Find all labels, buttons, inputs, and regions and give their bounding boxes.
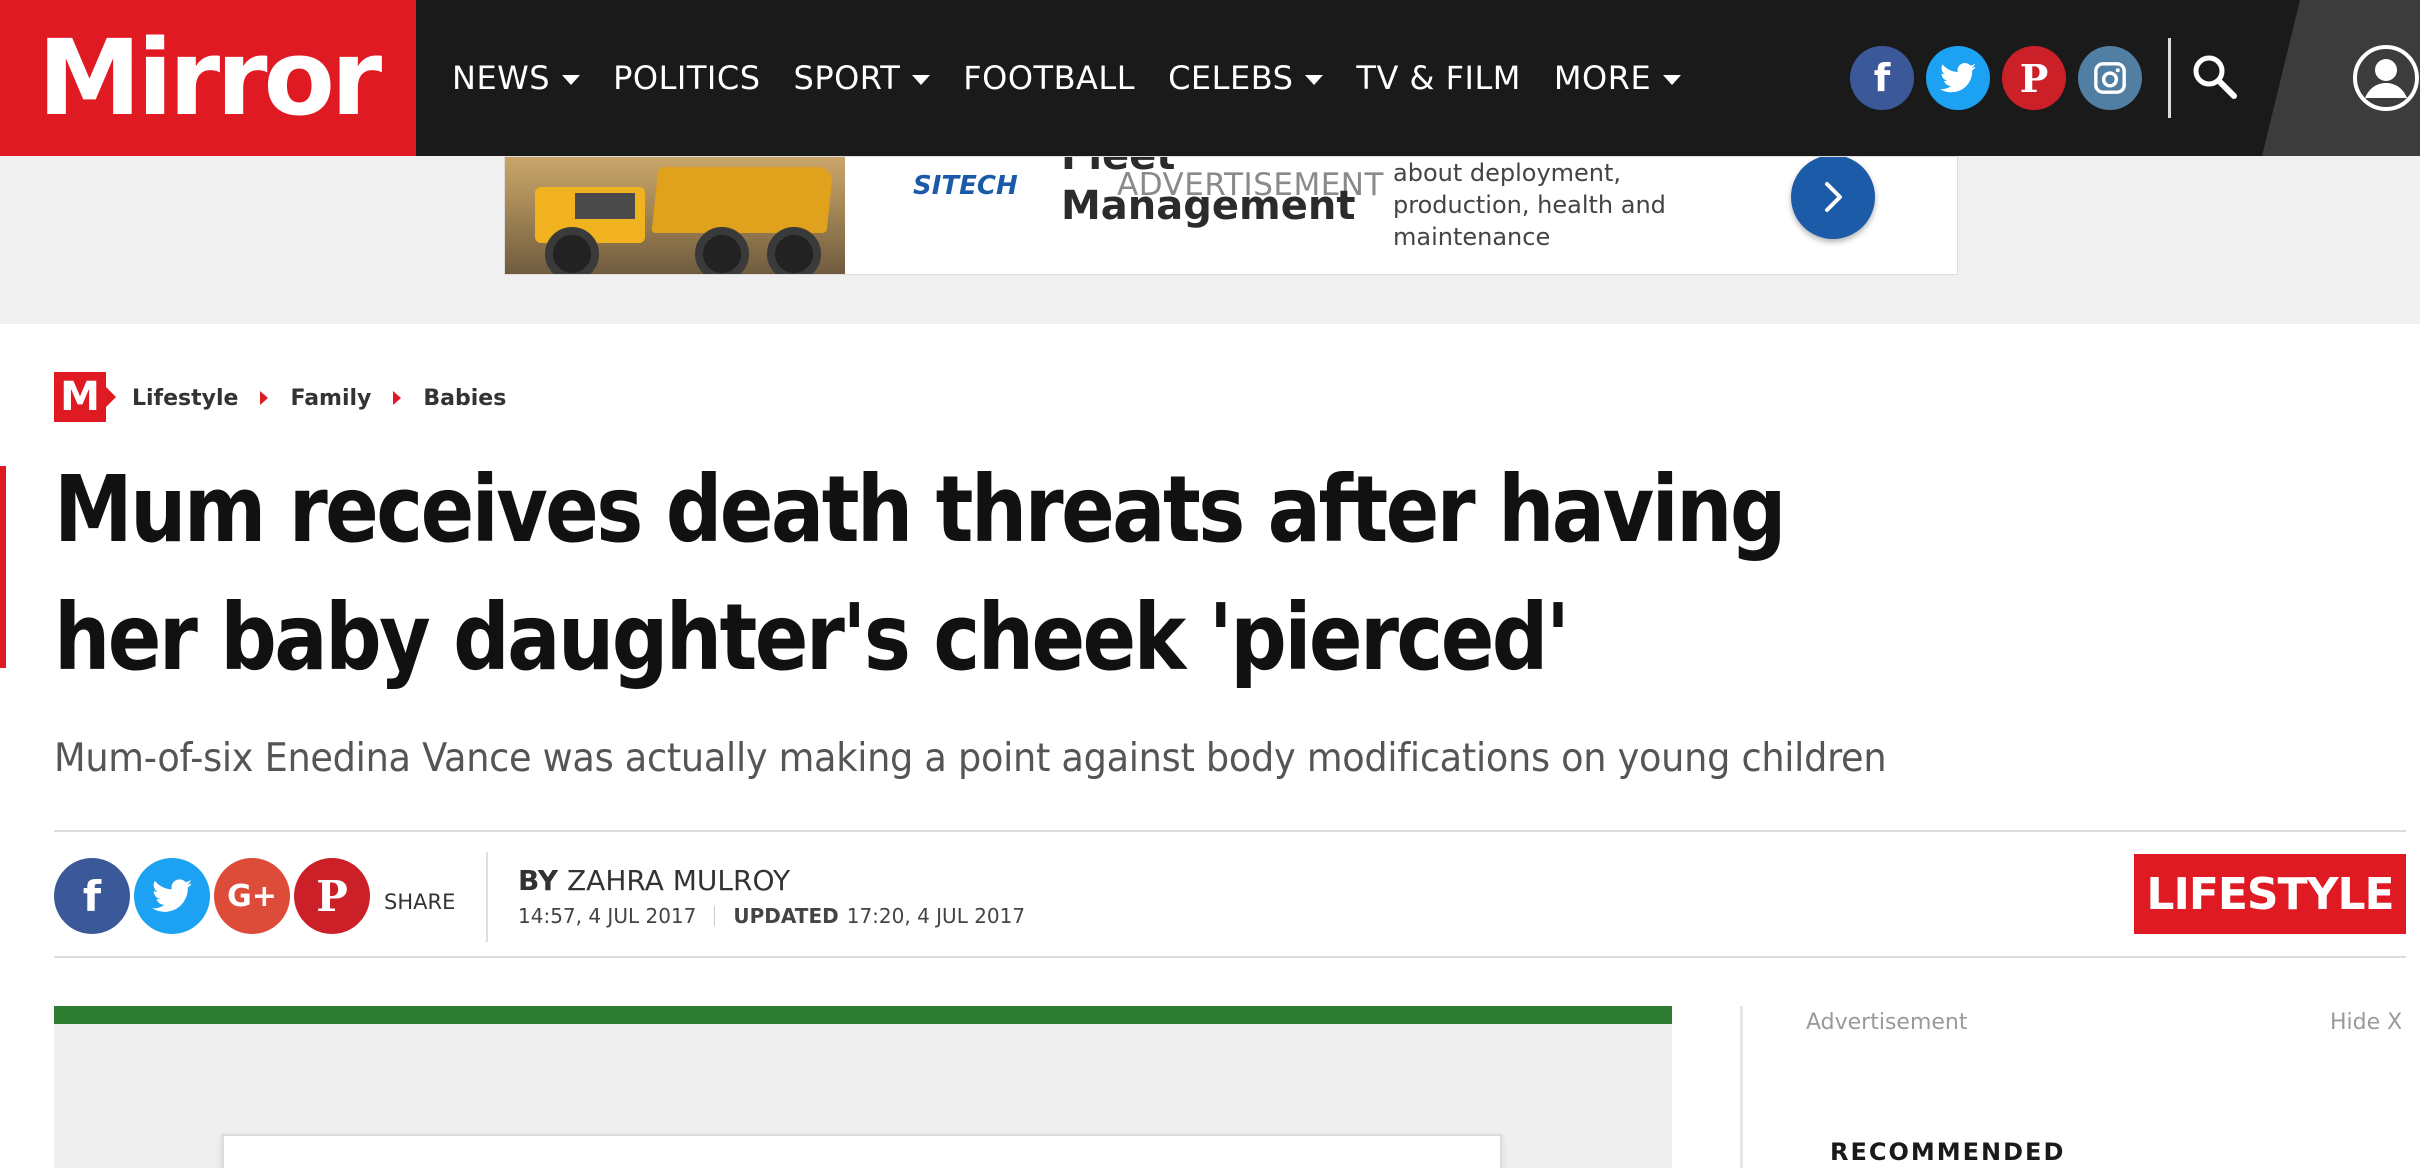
mirror-logo[interactable]: Mirror <box>0 0 416 156</box>
updated-time: 17:20, 4 JUL 2017 <box>846 904 1026 928</box>
share-label: SHARE <box>384 890 456 914</box>
breadcrumb-item-lifestyle[interactable]: Lifestyle <box>132 386 238 411</box>
author-name[interactable]: ZAHRA MULROY <box>567 864 790 897</box>
share-pinterest-icon[interactable]: P <box>294 858 370 934</box>
user-account-icon[interactable] <box>2352 44 2420 112</box>
nav-item-news[interactable]: NEWS <box>452 59 581 97</box>
divider <box>54 956 2406 958</box>
sidebar-advert-caption: Advertisement <box>1806 1010 1968 1035</box>
article-standfirst: Mum-of-six Enedina Vance was actually ma… <box>54 736 1887 781</box>
nav-item-tv-film[interactable]: TV & FILM <box>1356 59 1521 97</box>
nav-label: TV & FILM <box>1356 59 1521 97</box>
nav-label: FOOTBALL <box>963 59 1136 97</box>
advert-headline-line2: Management <box>1061 183 1356 229</box>
headline-accent-bar <box>0 466 6 668</box>
hide-advert-button[interactable]: Hide X <box>2330 1010 2402 1035</box>
advert-next-button[interactable] <box>1791 157 1875 239</box>
chevron-down-icon <box>1663 75 1682 85</box>
nav-label: MORE <box>1553 59 1652 97</box>
chevron-down-icon <box>562 75 581 85</box>
advert-text: about deployment, production, health and… <box>1393 159 1666 251</box>
advert-brand: SITECH <box>913 171 1018 201</box>
nav-label: CELEBS <box>1168 59 1294 97</box>
twitter-icon[interactable] <box>1926 46 1990 110</box>
article-dates: 14:57, 4 JUL 2017 UPDATED 17:20, 4 JUL 2… <box>518 904 1025 928</box>
advert-banner[interactable]: SITECH Fleet ADVERTISEMENT Management ab… <box>504 156 1958 275</box>
published-time: 14:57, 4 JUL 2017 <box>518 904 697 928</box>
breadcrumb-item-family[interactable]: Family <box>290 386 371 411</box>
main-nav: NEWS POLITICS SPORT FOOTBALL CELEBS TV &… <box>452 0 1714 156</box>
search-icon[interactable] <box>2190 52 2240 102</box>
divider <box>54 830 2406 832</box>
nav-item-football[interactable]: FOOTBALL <box>963 59 1135 97</box>
truck-dump-body <box>651 167 834 233</box>
breadcrumb-arrow-icon <box>393 391 402 405</box>
section-badge-lifestyle[interactable]: LIFESTYLE <box>2134 854 2406 934</box>
embedded-content-card[interactable] <box>222 1134 1502 1168</box>
recommended-heading: RECOMMENDED <box>1830 1138 2066 1166</box>
chevron-down-icon <box>912 75 931 85</box>
share-googleplus-icon[interactable]: G+ <box>214 858 290 934</box>
nav-item-more[interactable]: MORE <box>1553 59 1682 97</box>
advert-truck-image <box>505 157 845 274</box>
nav-item-politics[interactable]: POLITICS <box>613 59 760 97</box>
mirror-m-logo[interactable]: M <box>54 372 116 422</box>
header-divider <box>2168 38 2171 118</box>
updated-label: UPDATED <box>733 904 839 928</box>
truck-wheel <box>767 227 821 274</box>
share-facebook-icon[interactable]: f <box>54 858 130 934</box>
media-accent-bar <box>54 1006 1672 1024</box>
breadcrumb: Lifestyle Family Babies <box>132 380 506 416</box>
nav-item-celebs[interactable]: CELEBS <box>1168 59 1324 97</box>
breadcrumb-item-babies[interactable]: Babies <box>423 386 506 411</box>
chevron-down-icon <box>1305 75 1324 85</box>
logo-text: Mirror <box>37 17 382 139</box>
instagram-icon[interactable] <box>2078 46 2142 110</box>
sidebar-divider <box>1740 1006 1743 1168</box>
nav-label: NEWS <box>452 59 551 97</box>
byline-divider <box>486 852 488 942</box>
byline-prefix: BY <box>518 864 559 897</box>
m-logo-text: M <box>60 374 100 420</box>
share-twitter-icon[interactable] <box>134 858 210 934</box>
nav-item-sport[interactable]: SPORT <box>794 59 931 97</box>
chevron-right-icon <box>1825 182 1842 212</box>
truck-wheel <box>545 227 599 274</box>
nav-label: SPORT <box>793 59 901 97</box>
breadcrumb-arrow-icon <box>260 391 269 405</box>
nav-label: POLITICS <box>613 59 761 97</box>
article-byline: BY ZAHRA MULROY <box>518 864 790 897</box>
article-headline: Mum receives death threats after having … <box>54 456 1787 691</box>
pinterest-icon[interactable]: P <box>2002 46 2066 110</box>
truck-wheel <box>695 227 749 274</box>
facebook-icon[interactable]: f <box>1850 46 1914 110</box>
